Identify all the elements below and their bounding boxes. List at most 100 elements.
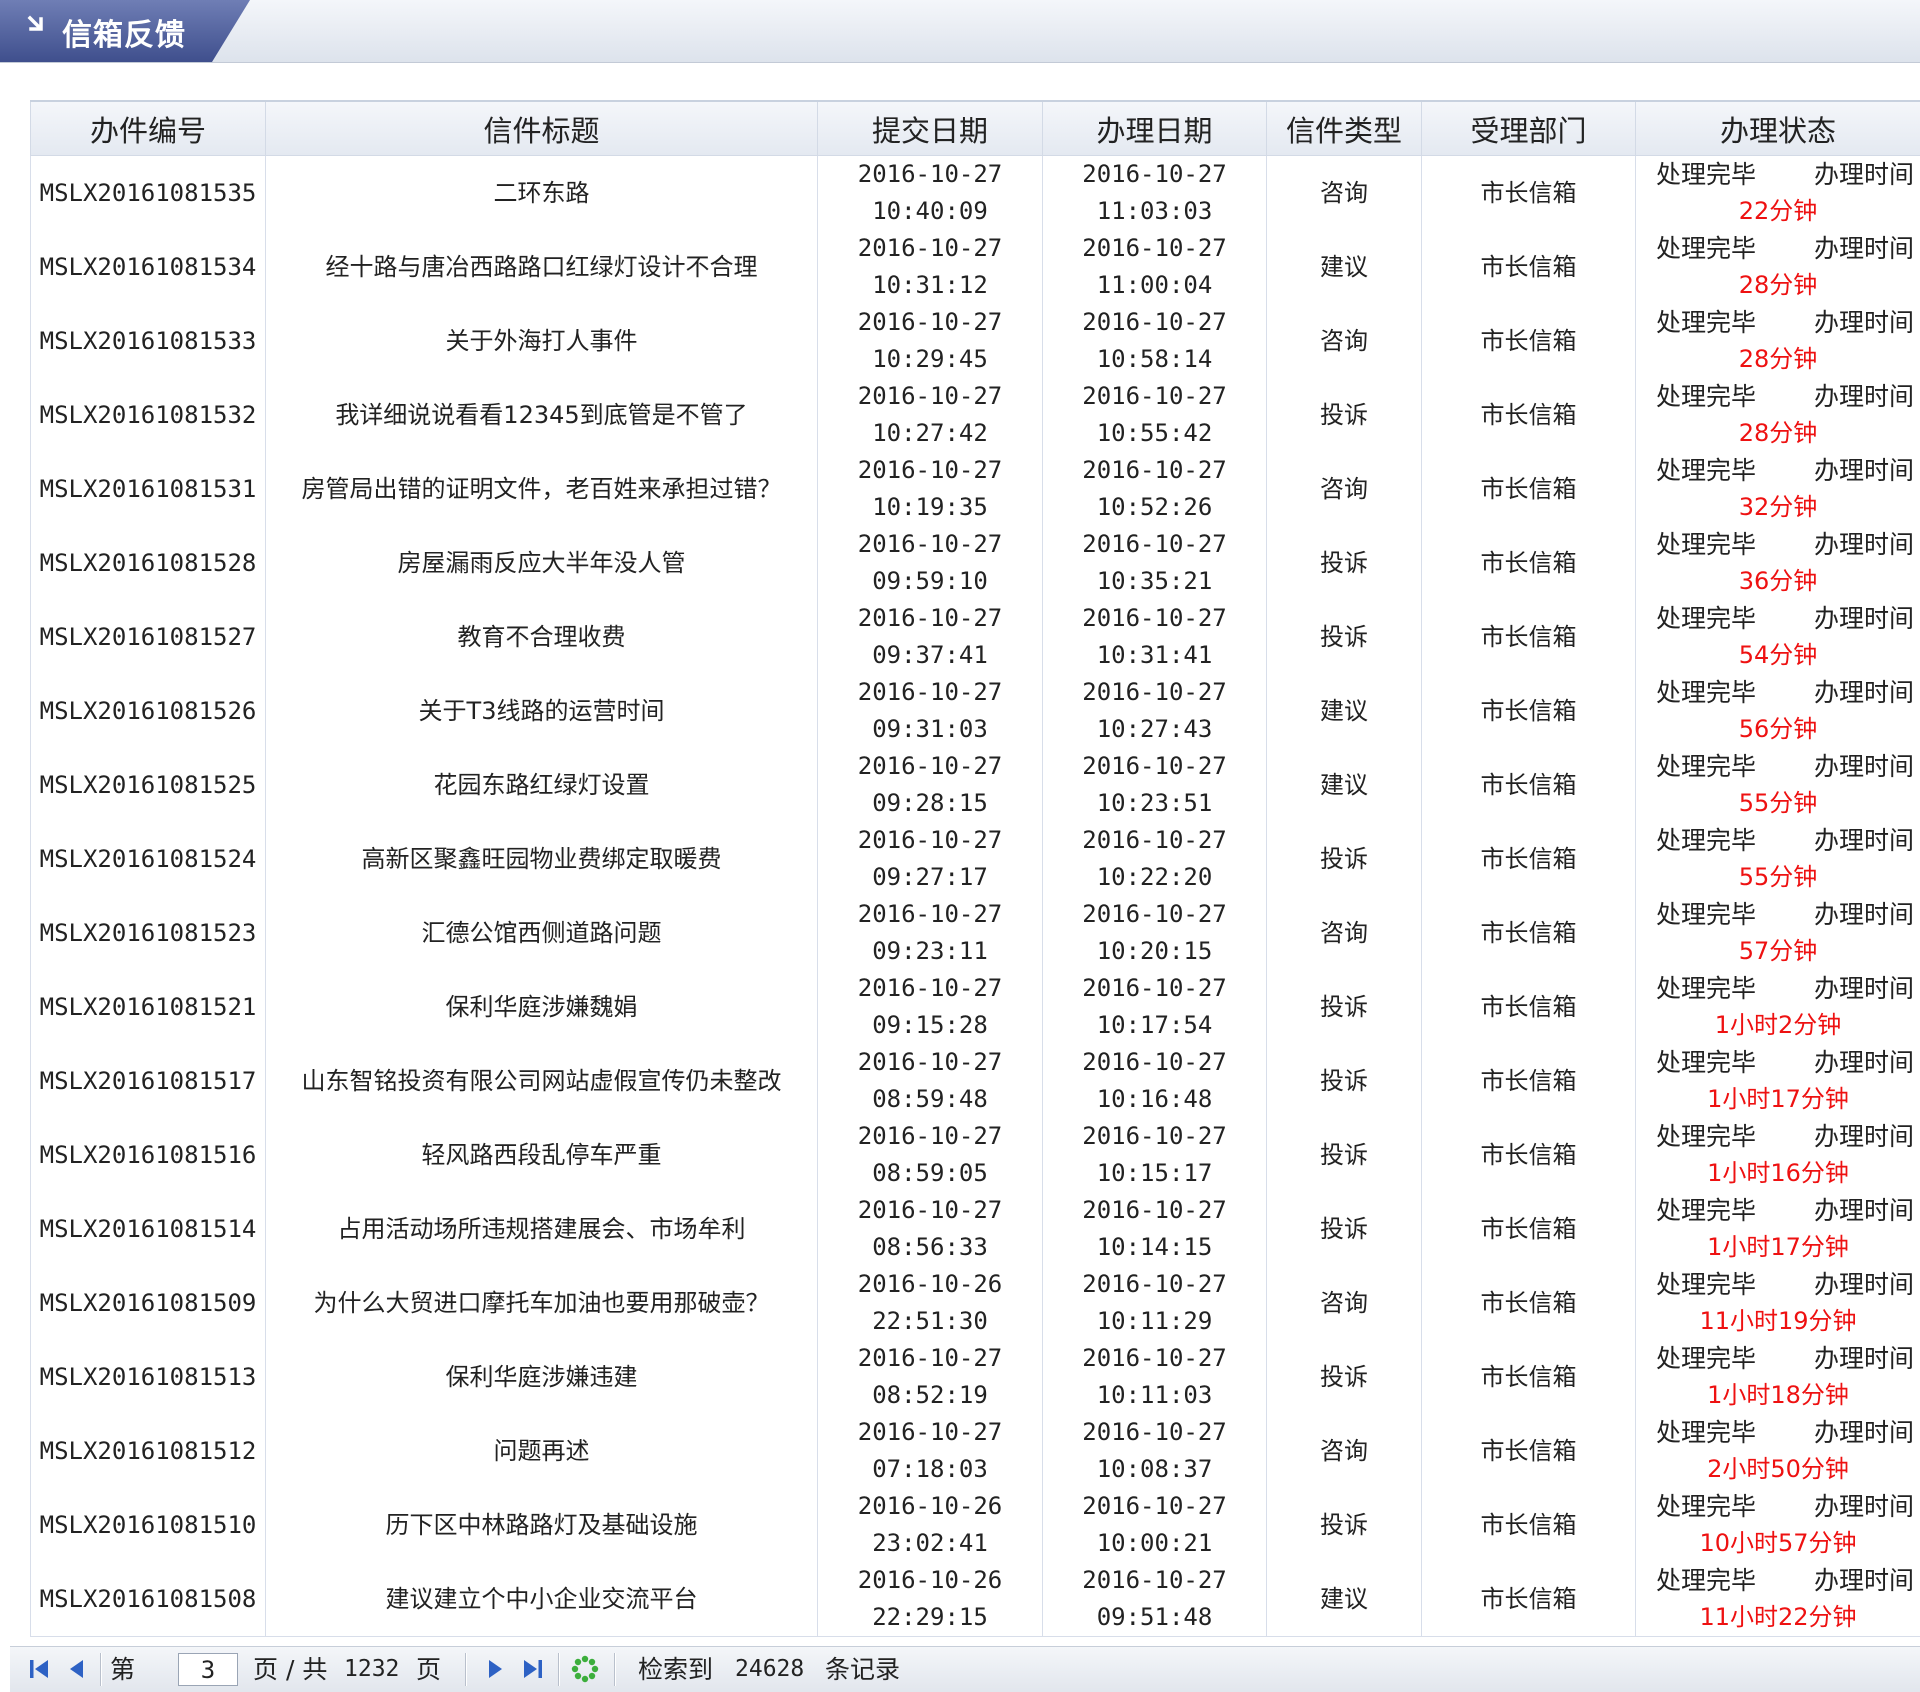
duration-value: 1小时17分钟 (1636, 1229, 1920, 1266)
letter-title-link[interactable]: 房屋漏雨反应大半年没人管 (398, 549, 686, 577)
letter-title[interactable]: 二环东路 (266, 156, 818, 231)
table-row[interactable]: MSLX20161081528房屋漏雨反应大半年没人管2016-10-2709:… (31, 526, 1920, 600)
letter-title-link[interactable]: 高新区聚鑫旺园物业费绑定取暖费 (362, 845, 722, 873)
table-row[interactable]: MSLX20161081524高新区聚鑫旺园物业费绑定取暖费2016-10-27… (31, 822, 1920, 896)
table-row[interactable]: MSLX20161081527教育不合理收费2016-10-2709:37:41… (31, 600, 1920, 674)
handling-status: 处理完毕办理时间10小时57分钟 (1636, 1488, 1920, 1562)
letter-title-link[interactable]: 我详细说说看看12345到底管是不管了 (335, 401, 747, 429)
duration-label: 办理时间 (1814, 1044, 1914, 1081)
letter-title-link[interactable]: 问题再述 (494, 1437, 590, 1465)
table-row[interactable]: MSLX20161081514占用活动场所违规搭建展会、市场牟利2016-10-… (31, 1192, 1920, 1266)
letter-title[interactable]: 花园东路红绿灯设置 (266, 748, 818, 822)
letter-title-link[interactable]: 为什么大贸进口摩托车加油也要用那破壶？ (314, 1289, 770, 1317)
status-text: 处理完毕 (1656, 378, 1756, 415)
table-row[interactable]: MSLX20161081532我详细说说看看12345到底管是不管了2016-1… (31, 378, 1920, 452)
letter-id-text: MSLX20161081513 (40, 1363, 257, 1391)
table-row[interactable]: MSLX20161081510历下区中林路路灯及基础设施2016-10-2623… (31, 1488, 1920, 1562)
submit-date: 2016-10-2710:40:09 (818, 156, 1043, 231)
duration-label: 办理时间 (1814, 822, 1914, 859)
letter-title[interactable]: 保利华庭涉嫌违建 (266, 1340, 818, 1414)
receiving-dept: 市长信箱 (1422, 600, 1636, 674)
letter-title[interactable]: 高新区聚鑫旺园物业费绑定取暖费 (266, 822, 818, 896)
total-pages-value: 1232 (344, 1647, 399, 1692)
letter-title-link[interactable]: 山东智铭投资有限公司网站虚假宣传仍未整改 (302, 1067, 782, 1095)
letter-title-link[interactable]: 关于T3线路的运营时间 (419, 697, 665, 725)
handle-date-day: 2016-10-27 (1043, 970, 1266, 1007)
letter-title[interactable]: 房屋漏雨反应大半年没人管 (266, 526, 818, 600)
letter-title-link[interactable]: 教育不合理收费 (458, 623, 626, 651)
letter-title[interactable]: 历下区中林路路灯及基础设施 (266, 1488, 818, 1562)
table-row[interactable]: MSLX20161081533关于外海打人事件2016-10-2710:29:4… (31, 304, 1920, 378)
letter-title[interactable]: 为什么大贸进口摩托车加油也要用那破壶？ (266, 1266, 818, 1340)
receiving-dept-text: 市长信箱 (1481, 845, 1577, 873)
arrow-down-right-icon (26, 13, 48, 35)
first-page-icon[interactable] (24, 1654, 54, 1684)
submit-date-day: 2016-10-27 (818, 304, 1042, 341)
column-header-title[interactable]: 信件标题 (266, 101, 818, 156)
duration-label: 办理时间 (1814, 600, 1914, 637)
table-row[interactable]: MSLX20161081531房管局出错的证明文件，老百姓来承担过错？2016-… (31, 452, 1920, 526)
letter-title-link[interactable]: 花园东路红绿灯设置 (434, 771, 650, 799)
table-row[interactable]: MSLX20161081513保利华庭涉嫌违建2016-10-2708:52:1… (31, 1340, 1920, 1414)
letter-title-link[interactable]: 保利华庭涉嫌违建 (446, 1363, 638, 1391)
receiving-dept-text: 市长信箱 (1481, 1437, 1577, 1465)
table-row[interactable]: MSLX20161081517山东智铭投资有限公司网站虚假宣传仍未整改2016-… (31, 1044, 1920, 1118)
letter-title[interactable]: 我详细说说看看12345到底管是不管了 (266, 378, 818, 452)
letter-title-link[interactable]: 汇德公馆西侧道路问题 (422, 919, 662, 947)
receiving-dept: 市长信箱 (1422, 526, 1636, 600)
column-header-type[interactable]: 信件类型 (1267, 101, 1422, 156)
letter-title[interactable]: 轻风路西段乱停车严重 (266, 1118, 818, 1192)
letter-title-link[interactable]: 轻风路西段乱停车严重 (422, 1141, 662, 1169)
status-text: 处理完毕 (1656, 1340, 1756, 1377)
prev-page-icon[interactable] (62, 1654, 92, 1684)
submit-date-day: 2016-10-27 (818, 748, 1042, 785)
header-bar: 信箱反馈 (0, 0, 1920, 63)
letter-title-link[interactable]: 保利华庭涉嫌魏娟 (446, 993, 638, 1021)
column-header-dept[interactable]: 受理部门 (1422, 101, 1636, 156)
letter-title[interactable]: 教育不合理收费 (266, 600, 818, 674)
letter-title-link[interactable]: 关于外海打人事件 (446, 327, 638, 355)
table-row[interactable]: MSLX20161081508建议建立个中小企业交流平台2016-10-2622… (31, 1562, 1920, 1637)
letter-id-text: MSLX20161081525 (40, 771, 257, 799)
letter-title-link[interactable]: 房管局出错的证明文件，老百姓来承担过错？ (302, 475, 782, 503)
refresh-icon[interactable] (570, 1654, 600, 1684)
table-row[interactable]: MSLX20161081534经十路与唐冶西路路口红绿灯设计不合理2016-10… (31, 230, 1920, 304)
letter-title[interactable]: 关于外海打人事件 (266, 304, 818, 378)
letter-title-link[interactable]: 经十路与唐冶西路路口红绿灯设计不合理 (326, 253, 758, 281)
letter-title[interactable]: 建议建立个中小企业交流平台 (266, 1562, 818, 1637)
letter-title[interactable]: 问题再述 (266, 1414, 818, 1488)
table-row[interactable]: MSLX20161081535二环东路2016-10-2710:40:09201… (31, 156, 1920, 231)
letter-title[interactable]: 山东智铭投资有限公司网站虚假宣传仍未整改 (266, 1044, 818, 1118)
letter-type: 建议 (1267, 674, 1422, 748)
letter-title[interactable]: 经十路与唐冶西路路口红绿灯设计不合理 (266, 230, 818, 304)
next-page-icon[interactable] (480, 1654, 510, 1684)
letter-title[interactable]: 房管局出错的证明文件，老百姓来承担过错？ (266, 452, 818, 526)
letter-title[interactable]: 汇德公馆西侧道路问题 (266, 896, 818, 970)
letter-title-link[interactable]: 二环东路 (494, 179, 590, 207)
status-text: 处理完毕 (1656, 748, 1756, 785)
last-page-icon[interactable] (518, 1654, 548, 1684)
column-header-status[interactable]: 办理状态 (1636, 101, 1920, 156)
page-number-input[interactable] (178, 1653, 238, 1686)
column-header-handle-date[interactable]: 办理日期 (1043, 101, 1267, 156)
letter-title-link[interactable]: 历下区中林路路灯及基础设施 (386, 1511, 698, 1539)
submit-date-day: 2016-10-27 (818, 1192, 1042, 1229)
table-row[interactable]: MSLX20161081526关于T3线路的运营时间2016-10-2709:3… (31, 674, 1920, 748)
letter-title[interactable]: 占用活动场所违规搭建展会、市场牟利 (266, 1192, 818, 1266)
table-row[interactable]: MSLX20161081521保利华庭涉嫌魏娟2016-10-2709:15:2… (31, 970, 1920, 1044)
table-row[interactable]: MSLX20161081516轻风路西段乱停车严重2016-10-2708:59… (31, 1118, 1920, 1192)
table-row[interactable]: MSLX20161081523汇德公馆西侧道路问题2016-10-2709:23… (31, 896, 1920, 970)
letter-title-link[interactable]: 建议建立个中小企业交流平台 (386, 1585, 698, 1613)
handle-date: 2016-10-2710:58:14 (1043, 304, 1267, 378)
column-header-submit-date[interactable]: 提交日期 (818, 101, 1043, 156)
letter-id: MSLX20161081513 (31, 1340, 266, 1414)
table-row[interactable]: MSLX20161081509为什么大贸进口摩托车加油也要用那破壶？2016-1… (31, 1266, 1920, 1340)
letter-title[interactable]: 关于T3线路的运营时间 (266, 674, 818, 748)
handle-date-day: 2016-10-27 (1043, 304, 1266, 341)
table-row[interactable]: MSLX20161081512问题再述2016-10-2707:18:03201… (31, 1414, 1920, 1488)
letter-title-link[interactable]: 占用活动场所违规搭建展会、市场牟利 (338, 1215, 746, 1243)
column-header-id[interactable]: 办件编号 (31, 101, 266, 156)
letter-title[interactable]: 保利华庭涉嫌魏娟 (266, 970, 818, 1044)
submit-date-time: 23:02:41 (818, 1525, 1042, 1562)
table-row[interactable]: MSLX20161081525花园东路红绿灯设置2016-10-2709:28:… (31, 748, 1920, 822)
